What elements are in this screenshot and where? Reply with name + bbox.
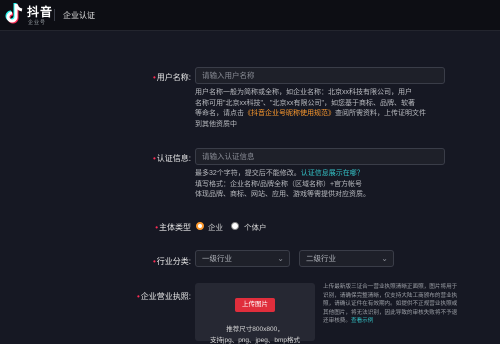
nav-divider xyxy=(54,9,55,21)
certification-hint-line-3: 体现品牌、商标、网站、应用、游戏等需提供对应资质。 xyxy=(195,191,370,198)
username-hint-line-3-text: 等命名，请点击 xyxy=(195,110,244,117)
username-hint-line-3: 等命名，请点击《抖音企业号昵称使用规范》查阅所需资料，上传证明文件 xyxy=(195,109,457,120)
upload-size-hint: 推荐尺寸800x800， xyxy=(226,326,284,333)
certification-hint-line-2: 填写格式：企业名称/品牌全称（区域名称）+官方帐号 xyxy=(195,180,363,188)
radio-enterprise[interactable] xyxy=(196,222,204,230)
upload-format-hint: 支持jpg、png、jpeg、bmp格式 xyxy=(210,337,300,344)
username-hint: 用户名称一般为简称或全称，如企业名称：北京xx科技有限公司，用户 名称可用"北京… xyxy=(195,88,457,130)
industry-label-text: 行业分类: xyxy=(156,257,191,266)
subject-type-label-text: 主体类型 xyxy=(159,223,191,232)
brand-subtitle: 企业号 xyxy=(28,20,47,26)
required-marker: • xyxy=(155,223,158,232)
chevron-down-icon: ⌄ xyxy=(381,254,388,263)
license-hint-text: 上传最新版三证合一营业执照清晰正面照，图片将用于识别，请确保完整清晰，仅支持大陆… xyxy=(323,284,458,325)
certification-label-text: 认证信息: xyxy=(156,154,191,163)
license-label: •企业营业执照: xyxy=(101,291,191,302)
certification-hint-line-1: 最多32个字符，提交后不能修改。认证信息展示在哪？ xyxy=(195,169,457,180)
username-hint-after-link: 查阅所需资料，上传证明文件 xyxy=(335,110,426,117)
secondary-industry-select[interactable]: 二级行业 ⌄ xyxy=(299,250,394,267)
top-bar: 抖音 企业号 企业认证 xyxy=(0,0,500,31)
license-upload-area[interactable]: 上传图片 推荐尺寸800x800， 支持jpg、png、jpeg、bmp格式 xyxy=(195,283,315,344)
certification-label: •认证信息: xyxy=(101,153,191,164)
required-marker: • xyxy=(136,292,140,301)
username-hint-line-1: 用户名称一般为简称或全称，如企业名称：北京xx科技有限公司，用户 xyxy=(195,89,412,96)
username-label-text: 用户名称: xyxy=(156,73,191,82)
upload-image-button[interactable]: 上传图片 xyxy=(235,298,275,312)
primary-industry-select[interactable]: 一级行业 ⌄ xyxy=(195,250,290,267)
required-marker: • xyxy=(152,257,156,266)
subject-type-label: •主体类型 xyxy=(101,222,191,233)
nickname-rules-link[interactable]: 《抖音企业号昵称使用规范》 xyxy=(244,110,335,117)
username-label: •用户名称: xyxy=(101,72,191,83)
username-input[interactable]: 请输入用户名称 xyxy=(195,67,445,84)
page-title: 企业认证 xyxy=(63,11,95,20)
brand-name: 抖音 xyxy=(27,5,54,19)
license-hint: 上传最新版三证合一营业执照清晰正面照，图片将用于识别，请确保完整清晰，仅支持大陆… xyxy=(323,283,461,326)
username-hint-line-2: 名称可用"北京xx科技"、"北京xx有限公司"，如您基于商标、品牌、软著 xyxy=(195,99,415,107)
radio-individual[interactable] xyxy=(231,222,239,230)
primary-industry-value: 一级行业 xyxy=(202,254,232,263)
radio-enterprise-label[interactable]: 企业 xyxy=(208,222,223,233)
radio-individual-label[interactable]: 个体户 xyxy=(244,222,267,233)
douyin-logo-icon[interactable] xyxy=(4,2,26,26)
chevron-down-icon: ⌄ xyxy=(277,254,284,263)
secondary-industry-value: 二级行业 xyxy=(306,254,336,263)
industry-label: •行业分类: xyxy=(101,256,191,267)
required-marker: • xyxy=(152,154,156,163)
certification-hint: 最多32个字符，提交后不能修改。认证信息展示在哪？ 填写格式：企业名称/品牌全称… xyxy=(195,169,457,201)
view-example-link[interactable]: 查看示例 xyxy=(351,318,373,324)
required-marker: • xyxy=(152,73,156,82)
certification-input[interactable]: 请输入认证信息 xyxy=(195,148,445,165)
certification-hint-text: 最多32个字符，提交后不能修改。 xyxy=(195,170,301,177)
certification-display-link[interactable]: 认证信息展示在哪？ xyxy=(301,170,364,177)
license-label-text: 企业营业执照: xyxy=(140,292,191,301)
username-hint-line-4: 到其他资质中 xyxy=(195,120,237,128)
